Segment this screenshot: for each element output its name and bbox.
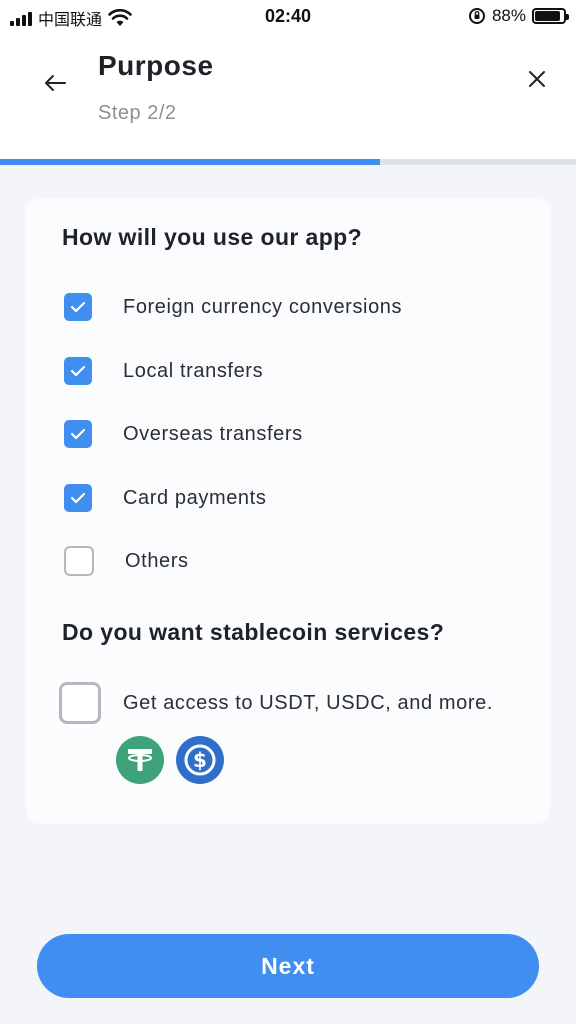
option-checkbox[interactable] [64, 420, 92, 448]
option-others[interactable]: Others [64, 546, 189, 576]
arrow-left-icon [45, 75, 66, 91]
svg-text:$: $ [193, 748, 207, 772]
page-title: Purpose [98, 50, 214, 81]
status-bar: 中国联通 02:40 88% [0, 0, 576, 32]
stablecoin-option-label: Get access to USDT, USDC, and more. [123, 691, 494, 714]
stablecoin-question: Do you want stablecoin services? [62, 619, 445, 645]
status-right: 88% [468, 6, 569, 26]
battery-percent: 88% [491, 6, 526, 25]
option-stablecoin-access[interactable]: Get access to USDT, USDC, and more. [59, 682, 493, 724]
option-label: Local transfers [123, 359, 264, 382]
step-indicator: Step 2/2 [98, 102, 177, 124]
option-foreign-currency-conversions[interactable]: Foreign currency conversions [64, 293, 402, 321]
close-button[interactable] [520, 62, 554, 96]
option-label: Foreign currency conversions [123, 295, 403, 318]
option-label: Card payments [123, 486, 267, 509]
close-icon [529, 71, 545, 87]
battery-icon [532, 8, 569, 24]
stablecoin-icons: $ [116, 736, 224, 784]
tether-usdt-icon [116, 736, 164, 784]
progress-bar-fill [0, 159, 381, 165]
battery-fill [535, 11, 560, 21]
usdc-icon: $ [176, 736, 224, 784]
option-local-transfers[interactable]: Local transfers [64, 357, 263, 385]
option-checkbox[interactable] [64, 546, 94, 576]
option-card-payments[interactable]: Card payments [64, 484, 266, 512]
orientation-lock-icon [468, 8, 485, 24]
purpose-card: How will you use our app? Foreign curren… [26, 198, 550, 824]
next-button[interactable]: Next [37, 934, 539, 998]
page-header: Purpose Step 2/2 [0, 32, 576, 160]
stablecoin-checkbox[interactable] [59, 682, 101, 724]
option-label: Others [125, 549, 189, 572]
option-checkbox[interactable] [64, 293, 92, 321]
option-checkbox[interactable] [64, 357, 92, 385]
usage-question: How will you use our app? [62, 224, 363, 250]
option-checkbox[interactable] [64, 484, 92, 512]
back-button[interactable] [38, 66, 72, 100]
option-label: Overseas transfers [123, 422, 303, 445]
option-overseas-transfers[interactable]: Overseas transfers [64, 420, 303, 448]
progress-bar [0, 159, 576, 165]
